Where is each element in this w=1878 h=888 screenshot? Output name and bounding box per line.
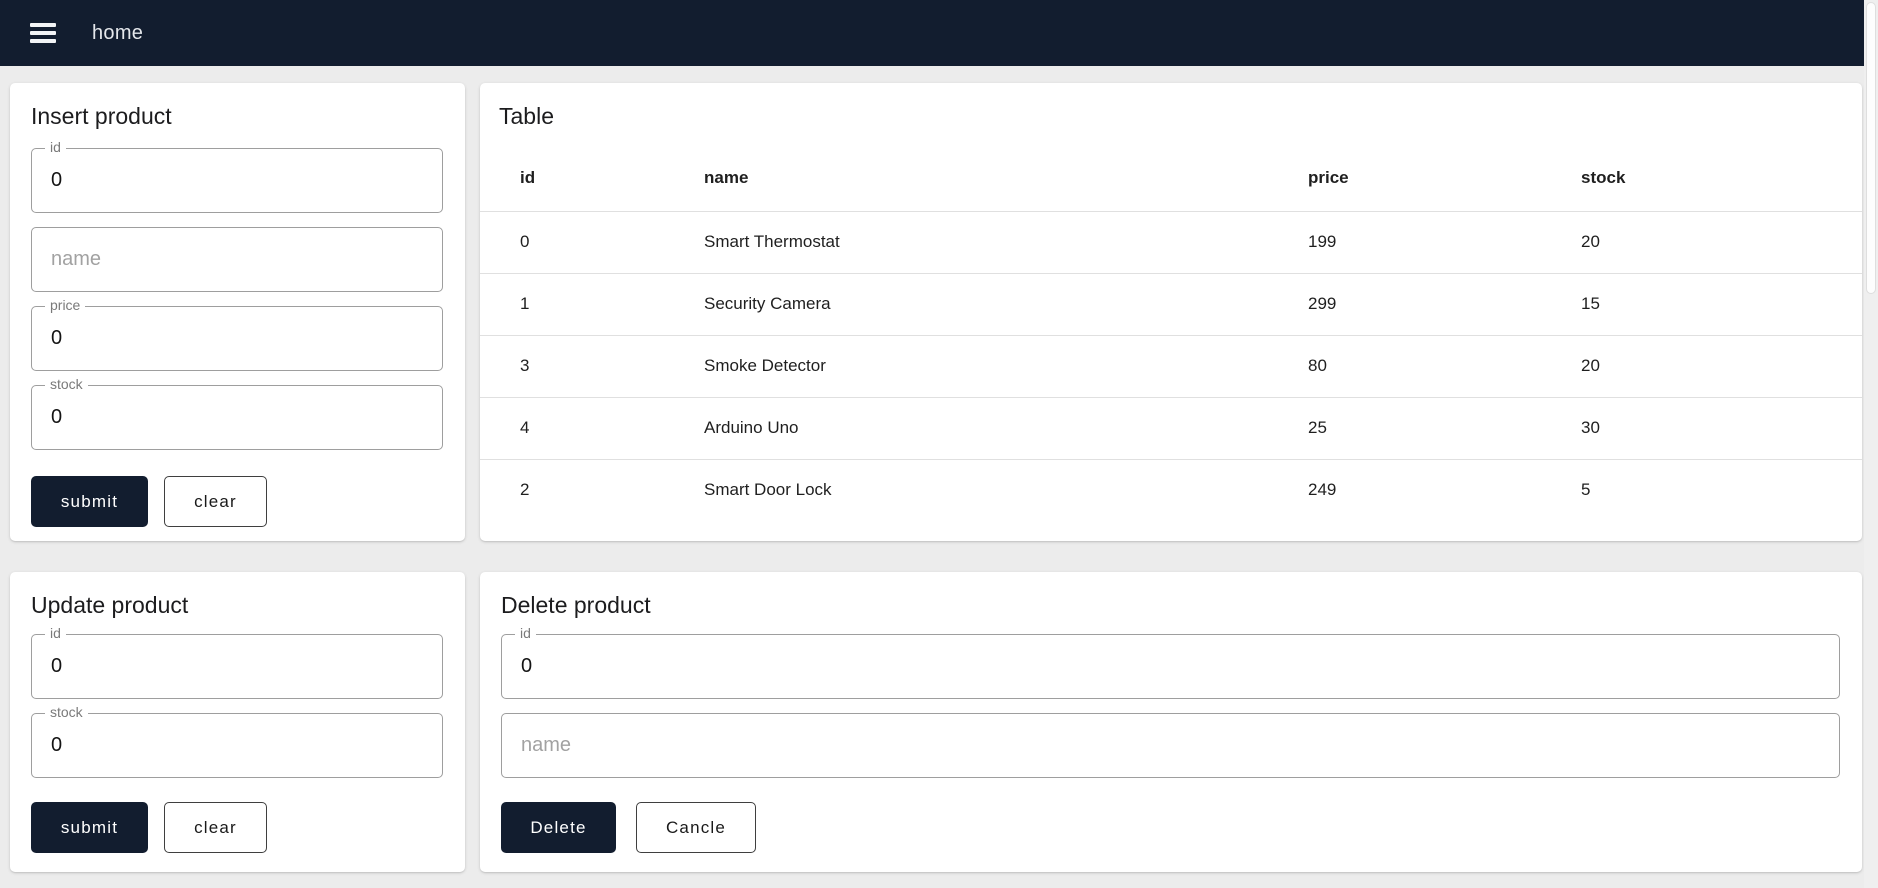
cell-price: 249 — [1308, 480, 1337, 500]
cell-price: 80 — [1308, 335, 1581, 398]
vertical-scrollbar-thumb[interactable] — [1866, 2, 1876, 294]
update-stock-label: stock — [45, 704, 88, 721]
insert-name-field — [31, 227, 443, 292]
delete-product-card: Delete product id Delete Cancle — [480, 572, 1862, 872]
cell-stock: 15 — [1581, 273, 1862, 336]
cell-stock: 5 — [1581, 480, 1591, 500]
update-stock-input[interactable] — [31, 713, 443, 778]
update-id-field: id — [31, 625, 443, 699]
insert-name-input[interactable] — [31, 227, 443, 292]
delete-id-label: id — [515, 625, 536, 642]
delete-card-title: Delete product — [501, 592, 651, 618]
cell-name: Smoke Detector — [704, 335, 1308, 398]
insert-price-input[interactable] — [31, 306, 443, 371]
table-row: 1 Security Camera 299 15 — [480, 273, 1862, 336]
cell-price: 199 — [1308, 211, 1581, 274]
hamburger-icon — [30, 19, 56, 48]
insert-clear-button[interactable]: clear — [164, 476, 267, 527]
cell-stock: 20 — [1581, 335, 1862, 398]
update-submit-button[interactable]: submit — [31, 802, 148, 853]
app-title: home — [92, 21, 144, 44]
update-product-card: Update product id stock submit clear — [10, 572, 465, 872]
table-row: 4 Arduino Uno 25 30 — [480, 397, 1862, 460]
cell-name: Smart Door Lock — [704, 480, 832, 500]
insert-id-label: id — [45, 139, 66, 156]
delete-name-input[interactable] — [501, 713, 1840, 778]
insert-price-field: price — [31, 297, 443, 371]
table-card-title: Table — [499, 103, 554, 129]
page-content: Insert product id price stock — [0, 66, 1864, 872]
update-id-input[interactable] — [31, 634, 443, 699]
cell-stock: 30 — [1581, 397, 1862, 460]
insert-card-title: Insert product — [31, 103, 172, 129]
insert-product-card: Insert product id price stock — [10, 83, 465, 541]
app-bar: home — [0, 0, 1864, 66]
table-row: 2 Smart Door Lock 249 5 — [480, 459, 1862, 521]
products-table-card: Table id name price stock 0 Smart Thermo… — [480, 83, 1862, 541]
cell-name: Security Camera — [704, 273, 1308, 336]
table-header-row: id name price stock — [480, 146, 1862, 212]
cell-price: 299 — [1308, 273, 1581, 336]
delete-name-field — [501, 713, 1840, 778]
insert-stock-input[interactable] — [31, 385, 443, 450]
cell-stock: 20 — [1581, 211, 1862, 274]
insert-submit-button[interactable]: submit — [31, 476, 148, 527]
delete-id-input[interactable] — [501, 634, 1840, 699]
insert-price-label: price — [45, 297, 86, 314]
cell-id: 2 — [520, 480, 530, 500]
cancel-button[interactable]: Cancle — [636, 802, 756, 853]
app-root: home Insert product id price — [0, 0, 1864, 872]
delete-button[interactable]: Delete — [501, 802, 616, 853]
col-header-stock: stock — [1581, 146, 1862, 212]
cell-name: Arduino Uno — [704, 397, 1308, 460]
table-row: 0 Smart Thermostat 199 20 — [480, 211, 1862, 274]
insert-stock-label: stock — [45, 376, 88, 393]
col-header-id: id — [480, 146, 704, 212]
insert-id-input[interactable] — [31, 148, 443, 213]
col-header-name: name — [704, 146, 1308, 212]
vertical-scrollbar-track[interactable] — [1864, 0, 1878, 888]
update-id-label: id — [45, 625, 66, 642]
cell-id: 1 — [480, 273, 704, 336]
update-stock-field: stock — [31, 704, 443, 778]
insert-stock-field: stock — [31, 376, 443, 450]
cell-id: 0 — [480, 211, 704, 274]
cell-id: 3 — [480, 335, 704, 398]
insert-id-field: id — [31, 139, 443, 213]
delete-id-field: id — [501, 625, 1840, 699]
cell-name: Smart Thermostat — [704, 211, 1308, 274]
col-header-price: price — [1308, 146, 1581, 212]
products-table: id name price stock 0 Smart Thermostat 1… — [480, 146, 1862, 521]
cell-price: 25 — [1308, 397, 1581, 460]
table-row: 3 Smoke Detector 80 20 — [480, 335, 1862, 398]
menu-button[interactable] — [24, 13, 62, 54]
update-card-title: Update product — [31, 592, 189, 618]
update-clear-button[interactable]: clear — [164, 802, 267, 853]
cell-id: 4 — [480, 397, 704, 460]
